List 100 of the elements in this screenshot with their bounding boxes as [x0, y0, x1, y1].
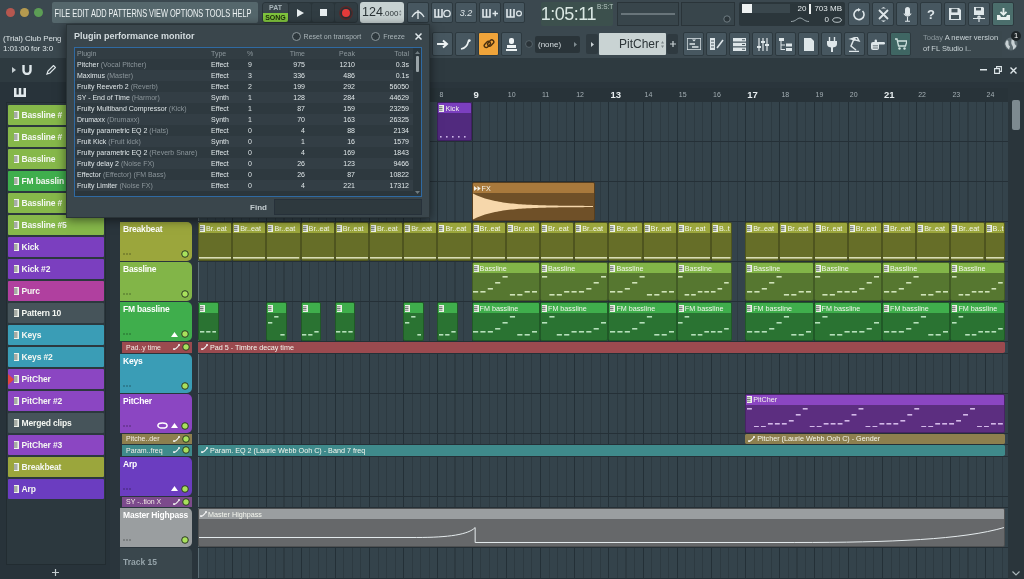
- scrollbar[interactable]: [413, 48, 421, 196]
- scrollbar-thumb[interactable]: [415, 56, 419, 72]
- keys-circle-button[interactable]: [503, 2, 525, 23]
- pattern-clip[interactable]: [403, 302, 424, 341]
- pattern-item[interactable]: PitCher #3: [8, 435, 104, 455]
- track-lane[interactable]: [198, 456, 1008, 497]
- pattern-selector[interactable]: PitCher: [599, 33, 666, 55]
- menu-item[interactable]: HELP: [232, 6, 252, 19]
- led-icon[interactable]: [182, 434, 190, 443]
- led-icon[interactable]: [181, 330, 189, 338]
- plugin-button[interactable]: [821, 32, 842, 56]
- led-icon[interactable]: [181, 536, 189, 544]
- pattern-clip[interactable]: [300, 302, 322, 341]
- pattern-item[interactable]: PitCher #2: [8, 391, 104, 411]
- track-header[interactable]: Arp: [120, 456, 192, 496]
- led-icon[interactable]: [181, 484, 189, 493]
- pattern-item[interactable]: Keys: [8, 325, 104, 345]
- pattern-item[interactable]: Arp: [8, 479, 104, 499]
- track-header[interactable]: Track 15: [120, 548, 192, 579]
- ring-icon[interactable]: [157, 422, 168, 429]
- pattern-clip[interactable]: [266, 302, 287, 341]
- globe-icon[interactable]: [1004, 37, 1018, 51]
- piano-roll-button[interactable]: [706, 32, 727, 56]
- track-header[interactable]: Keys: [120, 353, 192, 393]
- add-pattern-button[interactable]: [49, 566, 61, 578]
- mixer-button[interactable]: [752, 32, 773, 56]
- stamp-button[interactable]: [501, 32, 522, 56]
- track-header[interactable]: Bassline: [120, 262, 192, 301]
- arc-button[interactable]: [407, 2, 429, 23]
- refresh-button[interactable]: [848, 2, 870, 26]
- playlist-button[interactable]: [683, 32, 704, 56]
- tempo-field[interactable]: 124.000: [360, 2, 404, 23]
- zoom-button[interactable]: [34, 8, 43, 17]
- scrollbar-thumb[interactable]: [1012, 100, 1020, 130]
- led-icon[interactable]: [182, 446, 190, 455]
- menu-item[interactable]: FILE: [54, 6, 71, 19]
- piano-keys-icon[interactable]: [14, 87, 26, 97]
- save-arrows-button[interactable]: [968, 2, 990, 26]
- pattern-item[interactable]: Pattern 10: [8, 303, 104, 323]
- caret-icon[interactable]: [171, 331, 178, 337]
- keys-plus-button[interactable]: [479, 2, 501, 23]
- pattern-clip[interactable]: [437, 302, 458, 341]
- pointing-hand-button[interactable]: [867, 32, 888, 56]
- scroll-down-icon[interactable]: [1012, 571, 1020, 576]
- arrow-tool-button[interactable]: [432, 32, 453, 56]
- play-button[interactable]: [289, 3, 311, 22]
- menu-item[interactable]: TOOLS: [205, 6, 231, 19]
- track-header[interactable]: Breakbeat: [120, 222, 192, 261]
- save-button[interactable]: [944, 2, 966, 26]
- pattern-item[interactable]: Kick #2: [8, 259, 104, 279]
- close-button[interactable]: [1007, 64, 1019, 76]
- file-button[interactable]: [798, 32, 819, 56]
- pattern-clip[interactable]: [334, 302, 356, 341]
- pattern-item[interactable]: Purc: [8, 281, 104, 301]
- led-icon[interactable]: [182, 343, 190, 352]
- curve-tool-button[interactable]: [455, 32, 476, 56]
- track-header[interactable]: PitCher: [120, 393, 192, 433]
- pattern-item[interactable]: Merged clips: [8, 413, 104, 433]
- keys-clock-button[interactable]: [431, 2, 453, 23]
- menu-item[interactable]: OPTIONS: [169, 6, 204, 19]
- pattern-item[interactable]: Bassline #5: [8, 215, 104, 235]
- caret-right-icon[interactable]: [12, 67, 16, 73]
- led-icon[interactable]: [181, 250, 189, 258]
- countdown-button[interactable]: 3.2: [455, 2, 477, 23]
- pattern-item[interactable]: Breakbeat: [8, 457, 104, 477]
- download-button[interactable]: [992, 2, 1014, 26]
- restore-button[interactable]: [992, 64, 1004, 76]
- dropdown[interactable]: (none): [535, 35, 580, 53]
- browser-button[interactable]: [775, 32, 796, 56]
- track-lane[interactable]: [198, 548, 1008, 579]
- stop-button[interactable]: [312, 3, 334, 22]
- pattern-menu-button[interactable]: [586, 34, 598, 54]
- led-icon[interactable]: [181, 381, 189, 390]
- menu-item[interactable]: ADD: [91, 6, 107, 19]
- close-button[interactable]: [414, 31, 423, 41]
- track-header[interactable]: Master Highpass: [120, 508, 192, 547]
- link-button[interactable]: [478, 32, 499, 56]
- track-header[interactable]: FM bassline: [120, 302, 192, 341]
- lamp-button[interactable]: [844, 32, 865, 56]
- channel-rack-button[interactable]: [729, 32, 750, 56]
- caret-icon[interactable]: [171, 423, 178, 428]
- track-lane[interactable]: [198, 353, 1008, 394]
- scrollbar[interactable]: [1008, 82, 1024, 579]
- menu-item[interactable]: VIEW: [149, 6, 168, 19]
- scroll-down-icon[interactable]: [414, 191, 420, 194]
- pattern-item[interactable]: PitCher: [8, 369, 104, 389]
- led-icon[interactable]: [181, 421, 189, 430]
- led-icon[interactable]: [181, 290, 189, 298]
- cross-arrows-button[interactable]: [872, 2, 894, 26]
- caret-icon[interactable]: [171, 486, 178, 491]
- pattern-item[interactable]: Kick: [8, 237, 104, 257]
- pattern-item[interactable]: Keys #2: [8, 347, 104, 367]
- menu-item[interactable]: PATTERNS: [108, 6, 148, 19]
- menu-item[interactable]: EDIT: [72, 6, 90, 19]
- led-icon[interactable]: [182, 497, 190, 506]
- microphone-button[interactable]: [896, 2, 918, 26]
- add-pattern-button[interactable]: [667, 34, 678, 54]
- pencil-icon[interactable]: [46, 65, 56, 75]
- pattern-clip[interactable]: [198, 302, 219, 341]
- magnet-icon[interactable]: [22, 65, 32, 75]
